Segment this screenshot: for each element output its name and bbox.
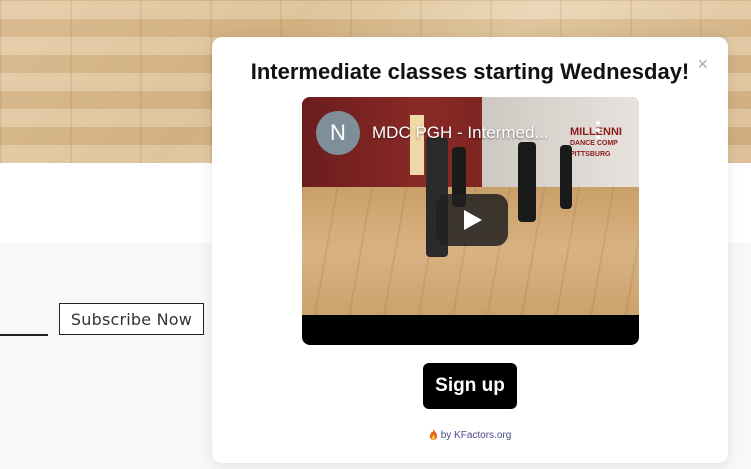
flame-icon [429,429,437,440]
video-title[interactable]: MDC PGH - Intermed... [372,123,549,143]
credit-link[interactable]: by KFactors.org [212,429,728,441]
credit-text[interactable]: by KFactors.org [441,430,512,441]
email-input-underline[interactable] [0,334,48,336]
dancer-figure [560,145,572,209]
promo-popup: × Intermediate classes starting Wednesda… [212,37,728,463]
play-icon[interactable] [436,194,508,246]
more-options-icon[interactable] [594,121,602,143]
sign-line: PITTSBURG [570,151,611,158]
video-player[interactable]: MILLENNI DANCE COMP PITTSBURG N MDC PGH … [302,97,639,345]
thumbnail-sign: MILLENNI DANCE COMP PITTSBURG [570,127,639,161]
subscribe-button[interactable]: Subscribe Now [59,303,204,335]
channel-avatar[interactable]: N [316,111,360,155]
sign-up-button[interactable]: Sign up [423,363,517,409]
sign-line: DANCE COMP [570,140,618,147]
popup-title: Intermediate classes starting Wednesday! [250,59,690,84]
dancer-figure [518,142,536,222]
